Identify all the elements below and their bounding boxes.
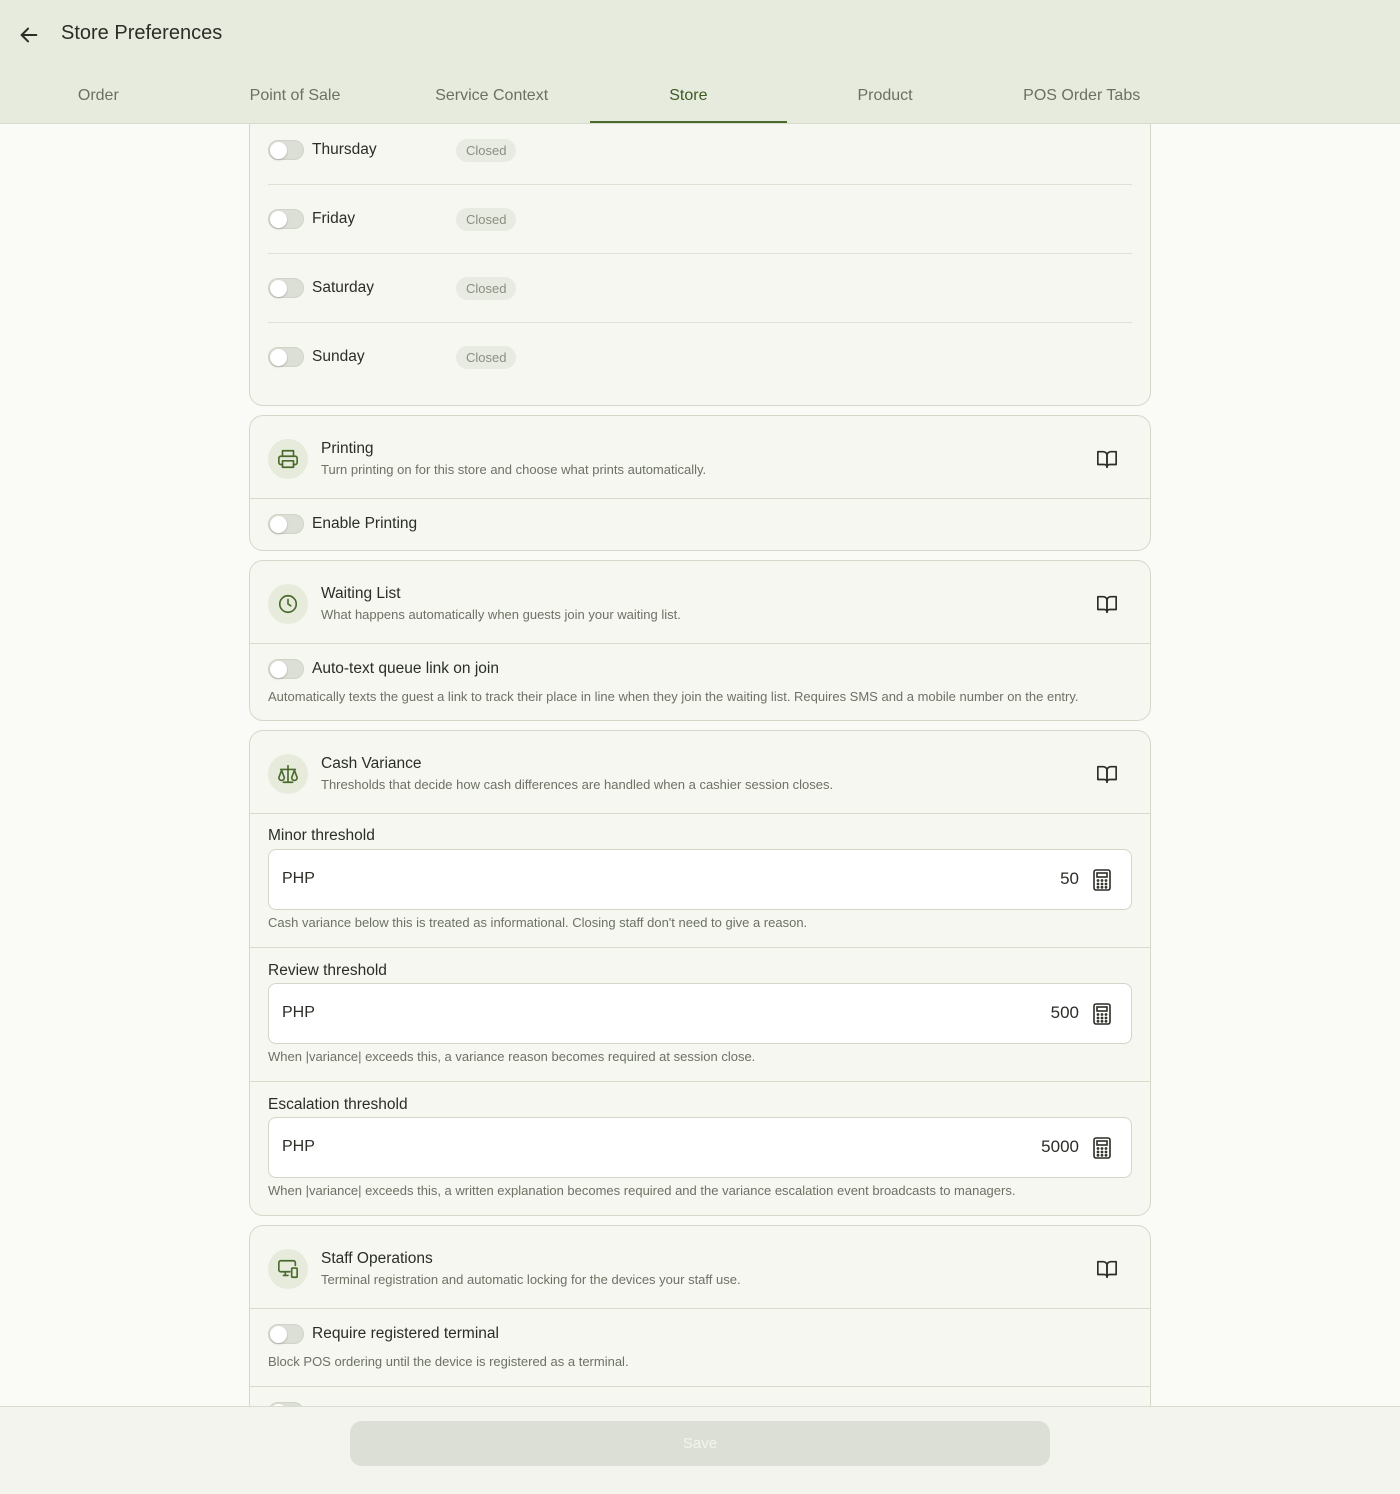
tab-product[interactable]: Product	[787, 72, 984, 124]
staff-operations-title: Staff Operations	[321, 1250, 433, 1267]
minor-threshold-input[interactable]: PHP 50	[268, 849, 1132, 910]
status-badge-friday: Closed	[456, 208, 517, 231]
escalation-threshold-input[interactable]: PHP 5000	[268, 1117, 1132, 1178]
tab-service-context[interactable]: Service Context	[393, 72, 590, 124]
amount-value: 50	[1060, 869, 1079, 888]
cash-variance-subtitle: Thresholds that decide how cash differen…	[321, 777, 834, 792]
staff-operations-card: Staff Operations Terminal registration a…	[249, 1225, 1151, 1406]
divider	[268, 322, 1132, 323]
enable-printing-label: Enable Printing	[312, 515, 418, 532]
settings-scroll-area[interactable]: Thursday Closed Friday Closed Saturday C…	[0, 124, 1400, 1406]
currency-code: PHP	[282, 870, 315, 887]
day-label-saturday: Saturday	[312, 279, 375, 296]
cash-variance-card: Cash Variance Thresholds that decide how…	[249, 730, 1151, 1216]
printing-card-header: Printing Turn printing on for this store…	[250, 416, 1150, 498]
status-badge-thursday: Closed	[456, 139, 517, 162]
printing-title: Printing	[321, 440, 374, 457]
calculator-icon[interactable]	[1091, 868, 1113, 892]
waiting-list-title: Waiting List	[321, 585, 401, 602]
day-label-sunday: Sunday	[312, 348, 365, 365]
escalation-threshold-label: Escalation threshold	[268, 1096, 408, 1113]
day-label-thursday: Thursday	[312, 141, 377, 158]
back-arrow-icon[interactable]	[14, 20, 44, 50]
auto-text-description: Automatically texts the guest a link to …	[268, 689, 1079, 704]
store-hours-card: Thursday Closed Friday Closed Saturday C…	[249, 124, 1151, 406]
toggle-thursday[interactable]	[268, 140, 304, 160]
devices-icon	[268, 1249, 308, 1289]
escalation-threshold-description: When |variance| exceeds this, a written …	[268, 1183, 1016, 1198]
status-badge-saturday: Closed	[456, 277, 517, 300]
minor-threshold-description: Cash variance below this is treated as i…	[268, 915, 808, 930]
staff-operations-card-header: Staff Operations Terminal registration a…	[250, 1226, 1150, 1308]
status-badge-sunday: Closed	[456, 346, 517, 369]
currency-code: PHP	[282, 1004, 315, 1021]
footer-bar: Save	[0, 1406, 1400, 1494]
scale-icon	[268, 754, 308, 794]
book-open-icon[interactable]	[1095, 447, 1119, 471]
minor-threshold-label: Minor threshold	[268, 827, 375, 844]
book-open-icon[interactable]	[1095, 1257, 1119, 1281]
tab-point-of-sale[interactable]: Point of Sale	[197, 72, 394, 124]
toggle-auto-text-queue[interactable]	[268, 659, 304, 679]
review-threshold-label: Review threshold	[268, 962, 387, 979]
divider	[250, 1081, 1150, 1082]
amount-value: 500	[1050, 1003, 1079, 1022]
divider	[250, 643, 1150, 644]
tab-store[interactable]: Store	[590, 72, 787, 124]
amount-value: 5000	[1041, 1137, 1079, 1156]
app-header: Store Preferences Order Point of Sale Se…	[0, 0, 1400, 124]
waiting-list-subtitle: What happens automatically when guests j…	[321, 607, 681, 622]
clock-icon	[268, 584, 308, 624]
printing-subtitle: Turn printing on for this store and choo…	[321, 462, 707, 477]
book-open-icon[interactable]	[1095, 762, 1119, 786]
currency-code: PHP	[282, 1138, 315, 1155]
day-label-friday: Friday	[312, 210, 356, 227]
divider	[268, 253, 1132, 254]
calculator-icon[interactable]	[1091, 1136, 1113, 1160]
require-terminal-description: Block POS ordering until the device is r…	[268, 1354, 629, 1369]
cash-variance-card-header: Cash Variance Thresholds that decide how…	[250, 731, 1150, 813]
divider	[250, 1386, 1150, 1387]
book-open-icon[interactable]	[1095, 592, 1119, 616]
toggle-friday[interactable]	[268, 209, 304, 229]
page-title: Store Preferences	[61, 22, 223, 44]
toggle-sunday[interactable]	[268, 347, 304, 367]
printer-icon	[268, 439, 308, 479]
tab-pos-order-tabs[interactable]: POS Order Tabs	[983, 72, 1180, 124]
divider	[250, 1308, 1150, 1309]
printing-card: Printing Turn printing on for this store…	[249, 415, 1151, 551]
divider	[268, 184, 1132, 185]
save-button[interactable]: Save	[350, 1421, 1050, 1466]
toggle-enable-printing[interactable]	[268, 514, 304, 534]
calculator-icon[interactable]	[1091, 1002, 1113, 1026]
review-threshold-description: When |variance| exceeds this, a variance…	[268, 1049, 756, 1064]
staff-operations-subtitle: Terminal registration and automatic lock…	[321, 1272, 741, 1287]
divider	[250, 813, 1150, 814]
toggle-saturday[interactable]	[268, 278, 304, 298]
cash-variance-title: Cash Variance	[321, 755, 422, 772]
require-terminal-label: Require registered terminal	[312, 1325, 499, 1342]
tab-bar: Order Point of Sale Service Context Stor…	[0, 72, 1180, 124]
auto-text-label: Auto-text queue link on join	[312, 660, 499, 677]
waiting-list-card: Waiting List What happens automatically …	[249, 560, 1151, 721]
divider	[250, 498, 1150, 499]
tab-order[interactable]: Order	[0, 72, 197, 124]
divider	[250, 947, 1150, 948]
review-threshold-input[interactable]: PHP 500	[268, 983, 1132, 1044]
toggle-require-terminal[interactable]	[268, 1324, 304, 1344]
waiting-list-card-header: Waiting List What happens automatically …	[250, 561, 1150, 643]
